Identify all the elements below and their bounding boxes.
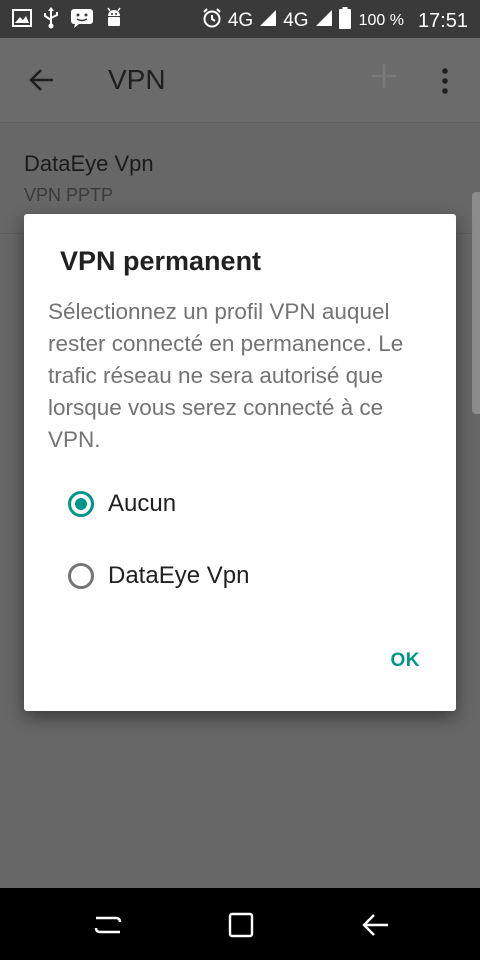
back-arrow-icon[interactable] [28,66,56,99]
home-icon[interactable] [228,912,254,943]
option-label: DataEye Vpn [108,562,250,589]
recents-icon[interactable] [94,912,122,943]
ok-button[interactable]: OK [391,650,421,672]
android-debug-icon [104,7,124,34]
radio-checked-icon[interactable] [68,491,94,517]
clock: 17:51 [417,9,468,32]
more-vert-icon[interactable] [440,68,450,99]
page-title: VPN [108,64,166,95]
navigation-bar [0,888,480,960]
scroll-edge [472,192,480,414]
vpn-profile-name: DataEye Vpn [24,151,154,176]
network-type-1: 4G [227,10,254,31]
dialog-title: VPN permanent [60,246,262,276]
option-label: Aucun [108,490,177,517]
signal-icon [315,9,333,33]
add-icon[interactable] [370,60,398,99]
option-dataeye-vpn[interactable]: DataEye Vpn [68,562,249,590]
alarm-icon [202,8,222,34]
back-icon[interactable] [362,912,390,943]
always-on-vpn-dialog: VPN permanent Sélectionnez un profil VPN… [24,214,456,711]
status-bar: 4G 4G 100 % 17:51 [0,0,480,38]
battery-icon [338,7,351,35]
image-icon [12,8,32,33]
signal-icon [259,9,277,33]
vpn-profile-type: VPN PPTP [24,185,114,205]
radio-unchecked-icon[interactable] [68,563,94,589]
app-bar: VPN [0,38,480,123]
usb-icon [42,7,60,34]
messenger-icon [70,8,94,33]
network-type-2: 4G [283,10,309,31]
battery-percent: 100 % [358,12,404,29]
option-aucun[interactable]: Aucun [68,490,176,518]
dialog-message: Sélectionnez un profil VPN auquel rester… [48,299,404,452]
